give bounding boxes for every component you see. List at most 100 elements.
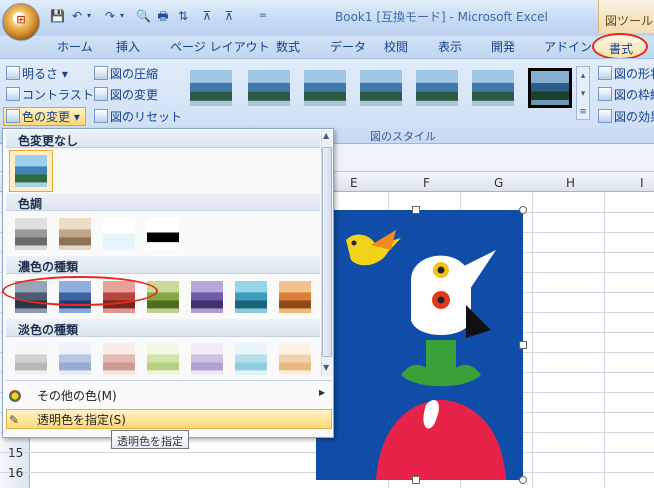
black-white-swatch[interactable] bbox=[147, 218, 179, 250]
menu-divider bbox=[6, 380, 332, 381]
window-title: Book1 [互換モード] - Microsoft Excel bbox=[335, 10, 548, 24]
picture-style-6[interactable] bbox=[472, 70, 514, 106]
save-icon[interactable]: 💾 bbox=[50, 9, 65, 23]
dark-variation-7[interactable] bbox=[279, 281, 311, 313]
column-header-i[interactable]: I bbox=[640, 176, 644, 190]
contrast-icon bbox=[6, 87, 20, 101]
picture-effects-label: 図の効果 bbox=[614, 110, 654, 124]
shape-icon bbox=[598, 66, 612, 80]
tab-format-label: 書式 bbox=[609, 42, 634, 56]
scroll-up-icon[interactable]: ▲ bbox=[323, 131, 329, 140]
tab-formulas[interactable]: 数式 bbox=[276, 38, 300, 55]
light-variation-5[interactable] bbox=[191, 343, 223, 375]
reset-picture-icon bbox=[94, 109, 108, 123]
reset-picture-label: 図のリセット bbox=[110, 110, 183, 124]
picture-style-4[interactable] bbox=[360, 70, 402, 106]
print-preview-icon[interactable]: 🔍 bbox=[136, 9, 151, 23]
style-gallery-scroll[interactable]: ▴ ▾ ≡ bbox=[576, 66, 590, 120]
reset-picture-button[interactable]: 図のリセット bbox=[94, 108, 182, 125]
light-variation-4[interactable] bbox=[147, 343, 179, 375]
column-header-f[interactable]: F bbox=[423, 176, 430, 190]
sepia-swatch[interactable] bbox=[59, 218, 91, 250]
tooltip: 透明色を指定 bbox=[111, 430, 189, 449]
inserted-picture[interactable] bbox=[316, 210, 523, 480]
annotation-oval bbox=[2, 276, 158, 306]
sort-icon[interactable]: ⇅ bbox=[176, 9, 190, 23]
light-variation-2[interactable] bbox=[59, 343, 91, 375]
redo-dropdown-icon[interactable]: ▾ bbox=[115, 9, 129, 23]
picture-border-button[interactable]: 図の枠線 bbox=[598, 86, 654, 103]
picture-tools-context: 図ツール bbox=[598, 0, 654, 33]
row-header-16[interactable]: 16 bbox=[8, 466, 23, 480]
print-icon[interactable]: 🖶 bbox=[156, 9, 170, 23]
dropdown-scroll-thumb[interactable] bbox=[322, 147, 332, 357]
tab-insert[interactable]: 挿入 bbox=[116, 38, 140, 55]
dark-variation-6[interactable] bbox=[235, 281, 267, 313]
submenu-arrow-icon: ▶ bbox=[319, 388, 326, 397]
tab-data[interactable]: データ bbox=[330, 38, 366, 55]
picture-effects-button[interactable]: 図の効果 bbox=[598, 108, 654, 125]
more-colors-item[interactable]: その他の色(M) bbox=[9, 387, 117, 404]
light-variation-3[interactable] bbox=[103, 343, 135, 375]
picture-shape-button[interactable]: 図の形状 bbox=[598, 65, 654, 82]
gridline bbox=[532, 192, 533, 488]
office-logo-icon: ⊞ bbox=[16, 13, 26, 26]
section-color-modes: 色調 bbox=[6, 193, 320, 211]
resize-handle-right[interactable] bbox=[519, 341, 527, 349]
column-header-e[interactable]: E bbox=[350, 176, 358, 190]
undo-dropdown-icon[interactable]: ▾ bbox=[82, 9, 96, 23]
column-header-g[interactable]: G bbox=[494, 176, 503, 190]
section-dark-variations: 濃色の種類 bbox=[6, 256, 320, 274]
set-transparent-label: 透明色を指定(S) bbox=[37, 413, 126, 427]
light-variation-6[interactable] bbox=[235, 343, 267, 375]
tab-addins[interactable]: アドイン bbox=[544, 38, 592, 55]
picture-shape-label: 図の形状 bbox=[614, 67, 654, 81]
brightness-button[interactable]: 明るさ ▾ bbox=[6, 65, 68, 82]
resize-handle-bottom[interactable] bbox=[412, 476, 420, 484]
row-header-15[interactable]: 15 bbox=[8, 446, 23, 460]
picture-style-selected[interactable] bbox=[528, 68, 572, 108]
scroll-down-icon[interactable]: ▼ bbox=[323, 363, 329, 372]
contrast-button[interactable]: コントラスト ▾ bbox=[6, 86, 104, 103]
border-icon bbox=[598, 87, 612, 101]
grayscale-swatch[interactable] bbox=[15, 218, 47, 250]
section-light-variations: 淡色の種類 bbox=[6, 319, 320, 337]
pen-icon: ✎ bbox=[9, 413, 20, 427]
gridline bbox=[604, 192, 605, 488]
brightness-label: 明るさ bbox=[22, 67, 59, 81]
diagram-icon[interactable]: ⊼ bbox=[200, 9, 214, 23]
light-variation-7[interactable] bbox=[279, 343, 311, 375]
picture-style-3[interactable] bbox=[304, 70, 346, 106]
diagram2-icon[interactable]: ⊼ bbox=[222, 9, 236, 23]
compress-label: 図の圧縮 bbox=[110, 67, 159, 81]
change-picture-label: 図の変更 bbox=[110, 88, 159, 102]
change-picture-button[interactable]: 図の変更 bbox=[94, 86, 158, 103]
tab-format[interactable]: 書式 bbox=[592, 33, 648, 60]
column-header-h[interactable]: H bbox=[566, 176, 575, 190]
tab-page-layout[interactable]: ページ レイアウト bbox=[170, 38, 270, 55]
picture-style-5[interactable] bbox=[416, 70, 458, 106]
recolor-label-wrap: 色の変更 ▾ bbox=[6, 108, 80, 125]
picture-styles-group-label: 図のスタイル bbox=[370, 130, 436, 143]
picture-border-label: 図の枠線 bbox=[614, 88, 654, 102]
tab-home[interactable]: ホーム bbox=[57, 38, 93, 55]
palette-icon bbox=[9, 390, 21, 402]
tab-developer[interactable]: 開発 bbox=[491, 38, 515, 55]
resize-handle-top-right[interactable] bbox=[519, 206, 527, 214]
picture-style-2[interactable] bbox=[248, 70, 290, 106]
title-bar bbox=[0, 0, 654, 36]
compress-button[interactable]: 図の圧縮 bbox=[94, 65, 158, 82]
dark-variation-5[interactable] bbox=[191, 281, 223, 313]
no-recolor-swatch bbox=[15, 155, 47, 187]
qat-customize-icon[interactable]: = bbox=[256, 9, 270, 23]
recolor-icon bbox=[6, 109, 20, 123]
washout-swatch[interactable] bbox=[103, 218, 135, 250]
tab-view[interactable]: 表示 bbox=[438, 38, 462, 55]
resize-handle-bottom-right[interactable] bbox=[519, 476, 527, 484]
picture-tools-label: 図ツール bbox=[605, 14, 654, 28]
light-variation-1[interactable] bbox=[15, 343, 47, 375]
resize-handle-top[interactable] bbox=[412, 206, 420, 214]
tab-review[interactable]: 校閲 bbox=[384, 38, 408, 55]
picture-style-1[interactable] bbox=[190, 70, 232, 106]
change-picture-icon bbox=[94, 87, 108, 101]
